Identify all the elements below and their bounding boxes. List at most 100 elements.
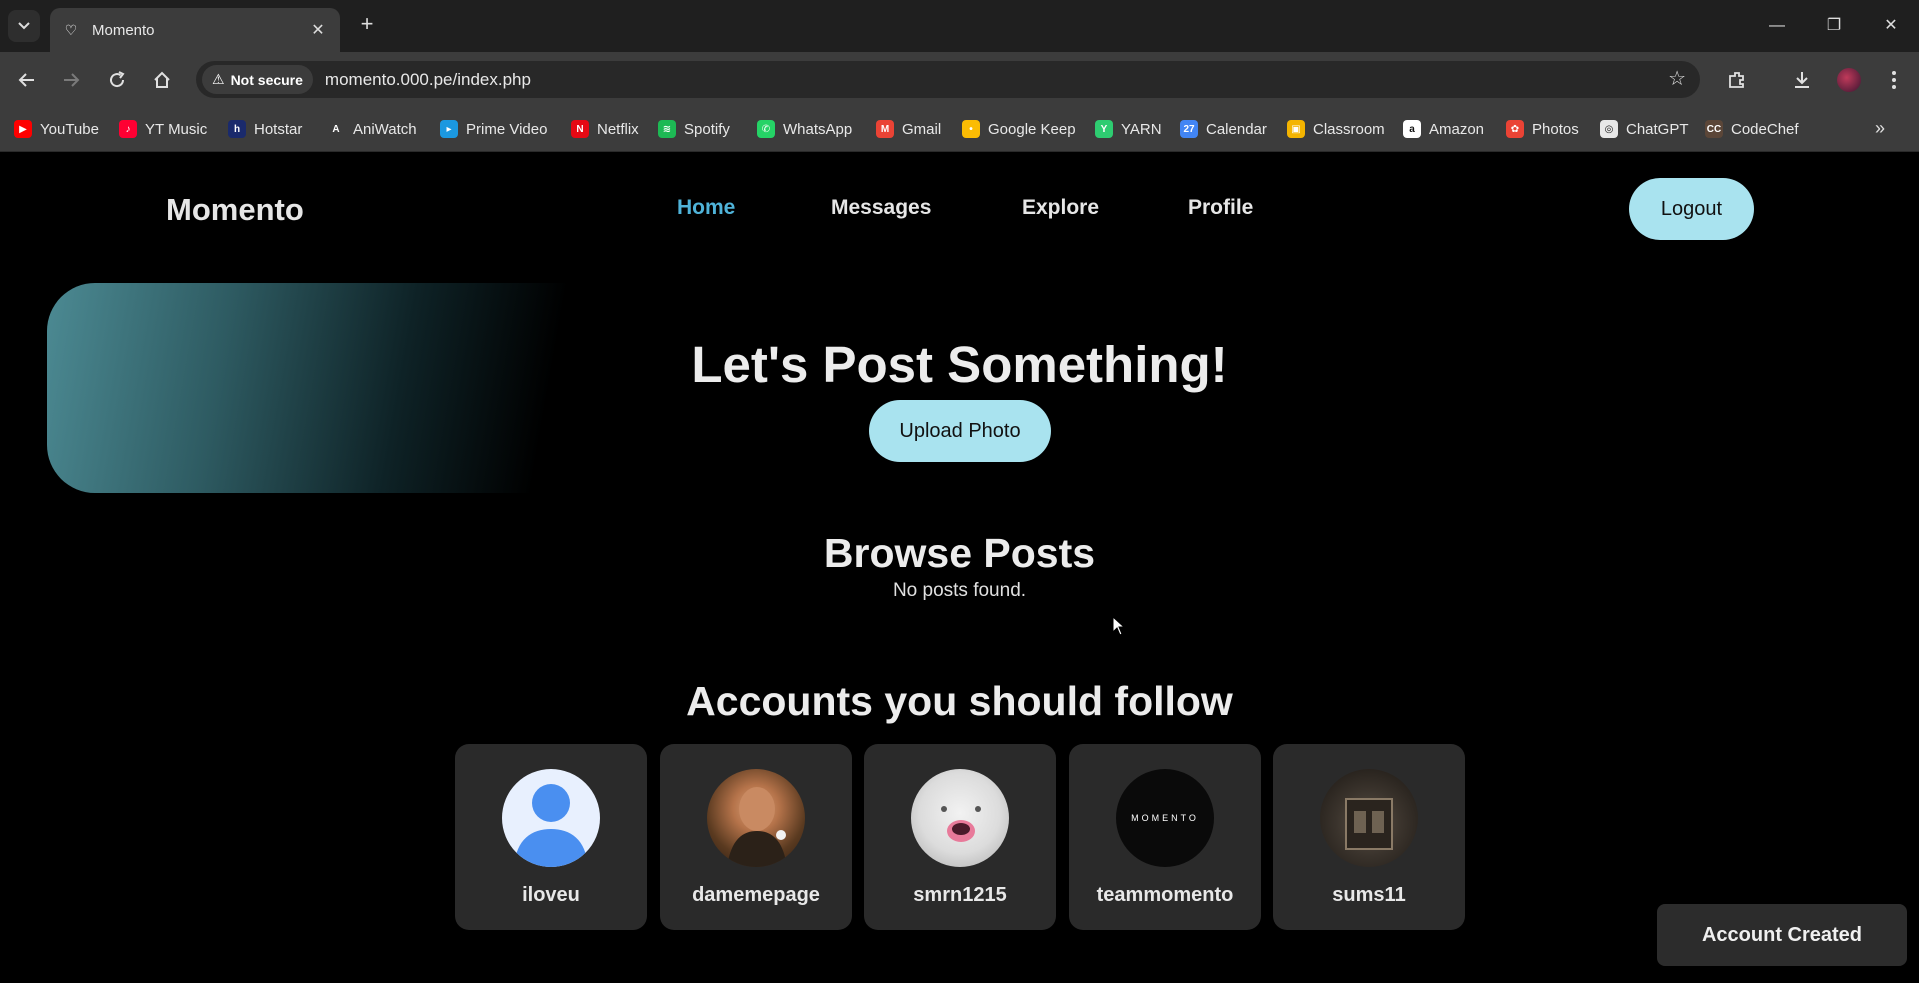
calendar-icon: 27 bbox=[1180, 120, 1198, 138]
nav-profile[interactable]: Profile bbox=[1188, 196, 1253, 220]
gmail-icon: M bbox=[876, 120, 894, 138]
back-icon[interactable] bbox=[12, 65, 42, 95]
bookmark-label: Spotify bbox=[684, 120, 730, 138]
account-card[interactable]: sums11 bbox=[1273, 744, 1465, 930]
momento-logo-avatar: MOMENTO bbox=[1116, 769, 1214, 867]
suggested-accounts-heading: Accounts you should follow bbox=[686, 678, 1233, 724]
hotstar-icon: h bbox=[228, 120, 246, 138]
account-username: sums11 bbox=[1332, 884, 1406, 906]
yt-music-icon: ♪ bbox=[119, 120, 137, 138]
mouse-cursor-icon bbox=[1112, 616, 1126, 636]
minimize-icon[interactable]: — bbox=[1762, 12, 1792, 40]
restore-icon[interactable]: ❐ bbox=[1819, 12, 1849, 40]
nav-home[interactable]: Home bbox=[677, 196, 735, 220]
active-tab[interactable]: ♡ Momento ✕ bbox=[50, 8, 340, 52]
toast-notification: Account Created bbox=[1657, 904, 1907, 966]
bookmark-codechef[interactable]: CC CodeChef bbox=[1705, 118, 1799, 140]
url-text[interactable]: momento.000.pe/index.php bbox=[325, 70, 531, 90]
bookmark-yt-music[interactable]: ♪ YT Music bbox=[119, 118, 207, 140]
bookmark-label: Amazon bbox=[1429, 120, 1485, 138]
site-logo[interactable]: Momento bbox=[166, 192, 304, 228]
browser-toolbar: ⚠ Not secure momento.000.pe/index.php ☆ bbox=[0, 52, 1919, 106]
netflix-icon: N bbox=[571, 120, 589, 138]
google-keep-icon: • bbox=[962, 120, 980, 138]
tab-title: Momento bbox=[92, 21, 155, 39]
account-username: smrn1215 bbox=[913, 884, 1007, 906]
codechef-icon: CC bbox=[1705, 120, 1723, 138]
bookmark-label: CodeChef bbox=[1731, 120, 1799, 138]
account-card[interactable]: MOMENTO teammomento bbox=[1069, 744, 1261, 930]
bookmark-label: Netflix bbox=[597, 120, 639, 138]
spotify-icon: ≋ bbox=[658, 120, 676, 138]
bookmark-hotstar[interactable]: h Hotstar bbox=[228, 118, 302, 140]
bookmark-gmail[interactable]: M Gmail bbox=[876, 118, 941, 140]
bookmark-netflix[interactable]: N Netflix bbox=[571, 118, 639, 140]
new-tab-button[interactable]: + bbox=[354, 12, 380, 38]
yarn-icon: Y bbox=[1095, 120, 1113, 138]
reload-icon[interactable] bbox=[102, 65, 132, 95]
browser-tab-strip: ♡ Momento ✕ + — ❐ ✕ bbox=[0, 0, 1919, 52]
security-label: Not secure bbox=[230, 71, 303, 88]
chatgpt-icon: ◎ bbox=[1600, 120, 1618, 138]
bookmark-yarn[interactable]: Y YARN bbox=[1095, 118, 1162, 140]
address-bar[interactable]: ⚠ Not secure momento.000.pe/index.php ☆ bbox=[196, 61, 1700, 98]
bookmark-label: Google Keep bbox=[988, 120, 1076, 138]
user-photo-avatar bbox=[707, 769, 805, 867]
more-bookmarks-icon[interactable]: » bbox=[1875, 118, 1885, 139]
bookmark-label: Hotstar bbox=[254, 120, 303, 138]
page-content: Momento Home Messages Explore Profile Lo… bbox=[0, 152, 1919, 983]
security-chip[interactable]: ⚠ Not secure bbox=[202, 65, 313, 94]
bookmark-label: AniWatch bbox=[353, 120, 417, 138]
whatsapp-icon: ✆ bbox=[757, 120, 775, 138]
profile-avatar-icon[interactable] bbox=[1834, 65, 1864, 95]
user-photo-avatar bbox=[1320, 769, 1418, 867]
bookmark-prime-video[interactable]: ▸ Prime Video bbox=[440, 118, 547, 140]
close-window-icon[interactable]: ✕ bbox=[1876, 12, 1906, 40]
account-card[interactable]: iloveu bbox=[455, 744, 647, 930]
bookmark-star-icon[interactable]: ☆ bbox=[1668, 66, 1686, 91]
account-username: teammomento bbox=[1096, 884, 1234, 906]
bookmark-label: YARN bbox=[1121, 120, 1162, 138]
upload-photo-button[interactable]: Upload Photo bbox=[869, 400, 1051, 462]
bookmark-label: Photos bbox=[1532, 120, 1579, 138]
account-username: damemepage bbox=[692, 884, 820, 906]
bookmark-youtube[interactable]: ▶ YouTube bbox=[14, 118, 99, 140]
logout-button[interactable]: Logout bbox=[1629, 178, 1754, 240]
bookmark-label: WhatsApp bbox=[783, 120, 853, 138]
bookmark-label: YT Music bbox=[145, 120, 208, 138]
chevron-down-icon bbox=[18, 22, 30, 30]
tab-close-icon[interactable]: ✕ bbox=[308, 20, 328, 40]
account-card[interactable]: damemepage bbox=[660, 744, 852, 930]
account-card[interactable]: smrn1215 bbox=[864, 744, 1056, 930]
tab-search-button[interactable] bbox=[8, 10, 40, 42]
bookmark-amazon[interactable]: a Amazon bbox=[1403, 118, 1484, 140]
bookmark-whatsapp[interactable]: ✆ WhatsApp bbox=[757, 118, 852, 140]
bookmark-google-keep[interactable]: • Google Keep bbox=[962, 118, 1076, 140]
bookmark-calendar[interactable]: 27 Calendar bbox=[1180, 118, 1267, 140]
nav-messages[interactable]: Messages bbox=[831, 196, 931, 220]
momento-favicon-icon: ♡ bbox=[64, 21, 78, 38]
nav-explore[interactable]: Explore bbox=[1022, 196, 1099, 220]
bookmark-aniwatch[interactable]: A AniWatch bbox=[327, 118, 417, 140]
download-icon[interactable] bbox=[1787, 65, 1817, 95]
no-posts-message: No posts found. bbox=[892, 580, 1027, 601]
classroom-icon: ▣ bbox=[1287, 120, 1305, 138]
kebab-menu-icon[interactable] bbox=[1879, 65, 1909, 95]
extensions-icon[interactable] bbox=[1722, 65, 1752, 95]
youtube-icon: ▶ bbox=[14, 120, 32, 138]
bookmark-label: Calendar bbox=[1206, 120, 1267, 138]
home-icon[interactable] bbox=[147, 65, 177, 95]
svg-text:MOMENTO: MOMENTO bbox=[1131, 813, 1199, 823]
bookmark-label: ChatGPT bbox=[1626, 120, 1689, 138]
bookmark-label: YouTube bbox=[40, 120, 99, 138]
forward-icon[interactable] bbox=[56, 65, 86, 95]
bookmark-chatgpt[interactable]: ◎ ChatGPT bbox=[1600, 118, 1689, 140]
post-hero-banner: Let's Post Something! Upload Photo bbox=[47, 283, 1872, 493]
bookmark-classroom[interactable]: ▣ Classroom bbox=[1287, 118, 1385, 140]
default-user-avatar bbox=[502, 769, 600, 867]
photos-icon: ✿ bbox=[1506, 120, 1524, 138]
bookmark-photos[interactable]: ✿ Photos bbox=[1506, 118, 1579, 140]
bookmarks-bar: » ▶ YouTube ♪ YT Music h Hotstar A AniWatch ▸ Pri… bbox=[0, 106, 1919, 152]
bookmark-spotify[interactable]: ≋ Spotify bbox=[658, 118, 730, 140]
prime-video-icon: ▸ bbox=[440, 120, 458, 138]
